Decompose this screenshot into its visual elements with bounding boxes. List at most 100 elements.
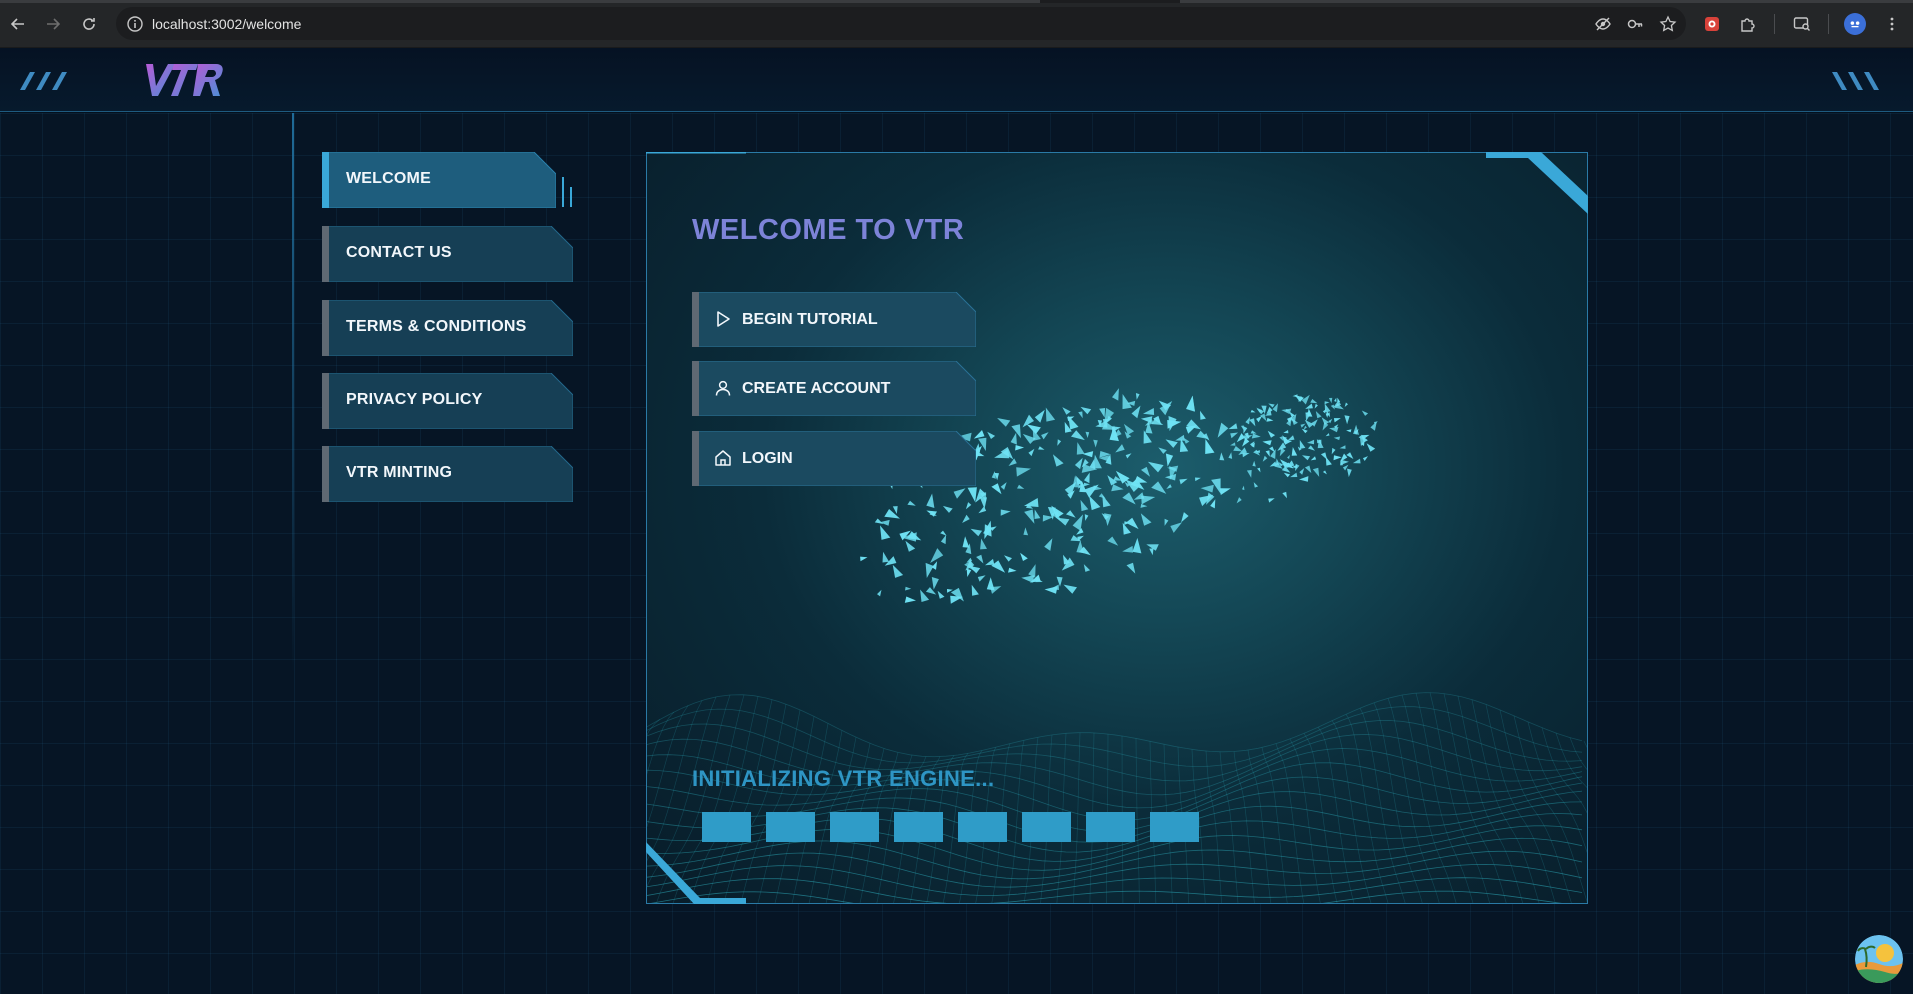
browser-toolbar: localhost:3002/welcome [0, 0, 1913, 48]
bird-shape [1084, 472, 1090, 484]
bird-shape [1068, 415, 1079, 430]
bird-shape [1243, 426, 1248, 434]
bird-shape [1236, 497, 1242, 504]
sidebar-item-vtr-minting[interactable]: VTR MINTING [322, 446, 573, 502]
bird-shape [1236, 433, 1245, 443]
bird-shape [1164, 518, 1169, 526]
key-icon[interactable] [1626, 15, 1644, 33]
terrain-line [1233, 751, 1255, 904]
bird-shape [1021, 575, 1035, 583]
bird-shape [1230, 442, 1236, 446]
menu-icon[interactable] [1880, 12, 1904, 36]
bird-shape [930, 548, 944, 563]
bird-shape [1104, 513, 1112, 526]
app-header [0, 48, 1913, 112]
bird-shape [1126, 562, 1136, 574]
bird-shape [1034, 409, 1045, 423]
terrain-line [1275, 743, 1305, 904]
bird-shape [1052, 454, 1064, 467]
bird-shape [1170, 522, 1183, 533]
bird-shape [1233, 446, 1243, 452]
bird-shape [1028, 448, 1035, 457]
sidebar-item-label: WELCOME [346, 170, 431, 187]
back-icon[interactable] [6, 12, 30, 36]
bird-shape [882, 551, 890, 563]
address-bar[interactable]: localhost:3002/welcome [116, 7, 1686, 40]
bird-shape [1158, 447, 1167, 454]
bird-shape [942, 505, 953, 513]
bird-shape [980, 538, 987, 550]
bird-shape [1034, 509, 1041, 519]
bird-shape [1165, 439, 1178, 448]
bird-shape [1071, 430, 1085, 441]
bird-shape [1269, 446, 1275, 453]
bird-shape [1228, 423, 1238, 430]
terrain-line [1331, 720, 1372, 904]
bird-shape [1366, 443, 1376, 452]
terrain-line [1485, 704, 1556, 904]
bird-shape [1307, 439, 1315, 445]
bird-shape [1057, 439, 1062, 446]
extension-icon[interactable] [1700, 12, 1724, 36]
login-button[interactable]: LOGIN [692, 431, 976, 486]
bird-shape [1282, 491, 1287, 499]
forward-icon[interactable] [41, 12, 65, 36]
eye-off-icon[interactable] [1594, 15, 1612, 33]
progress-block [702, 812, 751, 842]
bird-shape [1361, 410, 1369, 416]
bird-shape [1299, 476, 1309, 482]
bird-shape [1015, 445, 1025, 451]
profile-icon[interactable] [1844, 13, 1866, 35]
bird-shape [970, 528, 983, 537]
action-button-label: CREATE ACCOUNT [742, 380, 891, 397]
tab-search-icon[interactable] [1790, 12, 1814, 36]
url-text[interactable]: localhost:3002/welcome [152, 16, 301, 32]
bird-shape [1179, 478, 1188, 485]
bird-shape [1325, 456, 1332, 466]
bird-shape [880, 525, 891, 540]
sidebar-item-contact-us[interactable]: CONTACT US [322, 226, 573, 282]
bird-shape [892, 564, 904, 578]
bird-shape [1284, 440, 1293, 445]
bird-shape [991, 483, 1002, 495]
bird-shape [905, 540, 916, 552]
bird-shape [1004, 555, 1012, 562]
bird-shape [1267, 430, 1276, 438]
bird-shape [1334, 397, 1337, 402]
begin-tutorial-button[interactable]: BEGIN TUTORIAL [692, 292, 976, 347]
bird-shape [1093, 439, 1098, 448]
terrain-line [1303, 733, 1338, 904]
vtr-logo[interactable] [140, 60, 230, 100]
bird-shape [1253, 482, 1259, 488]
sidebar-item-privacy-policy[interactable]: PRIVACY POLICY [322, 373, 573, 429]
bird-shape [905, 586, 912, 591]
sidebar-item-terms[interactable]: TERMS & CONDITIONS [322, 300, 573, 356]
star-icon[interactable] [1659, 15, 1677, 33]
bird-shape [1304, 465, 1312, 474]
bird-shape [1122, 545, 1133, 553]
terrain-line [1261, 747, 1288, 904]
reload-icon[interactable] [77, 12, 101, 36]
bird-shape [1242, 452, 1250, 458]
home-icon [715, 450, 731, 466]
create-account-button[interactable]: CREATE ACCOUNT [692, 361, 976, 416]
bird-shape [962, 514, 970, 523]
terrain-line [1555, 732, 1588, 790]
bird-shape [985, 558, 995, 566]
bird-shape [965, 502, 972, 510]
bird-shape [1023, 527, 1029, 536]
bird-shape [1080, 499, 1089, 512]
bird-shape [1347, 468, 1352, 478]
assistant-avatar-icon[interactable] [1855, 935, 1903, 983]
site-info-icon[interactable] [126, 15, 144, 33]
bird-shape [1275, 458, 1280, 465]
progress-block [1086, 812, 1135, 842]
bird-shape [1140, 503, 1148, 508]
bird-shape [1262, 440, 1272, 446]
bird-shape [1266, 417, 1274, 422]
sidebar-item-welcome[interactable]: WELCOME [322, 152, 556, 208]
bird-shape [1008, 458, 1017, 466]
puzzle-icon[interactable] [1736, 12, 1760, 36]
bird-shape [1268, 498, 1275, 503]
terrain-line [1359, 708, 1406, 904]
